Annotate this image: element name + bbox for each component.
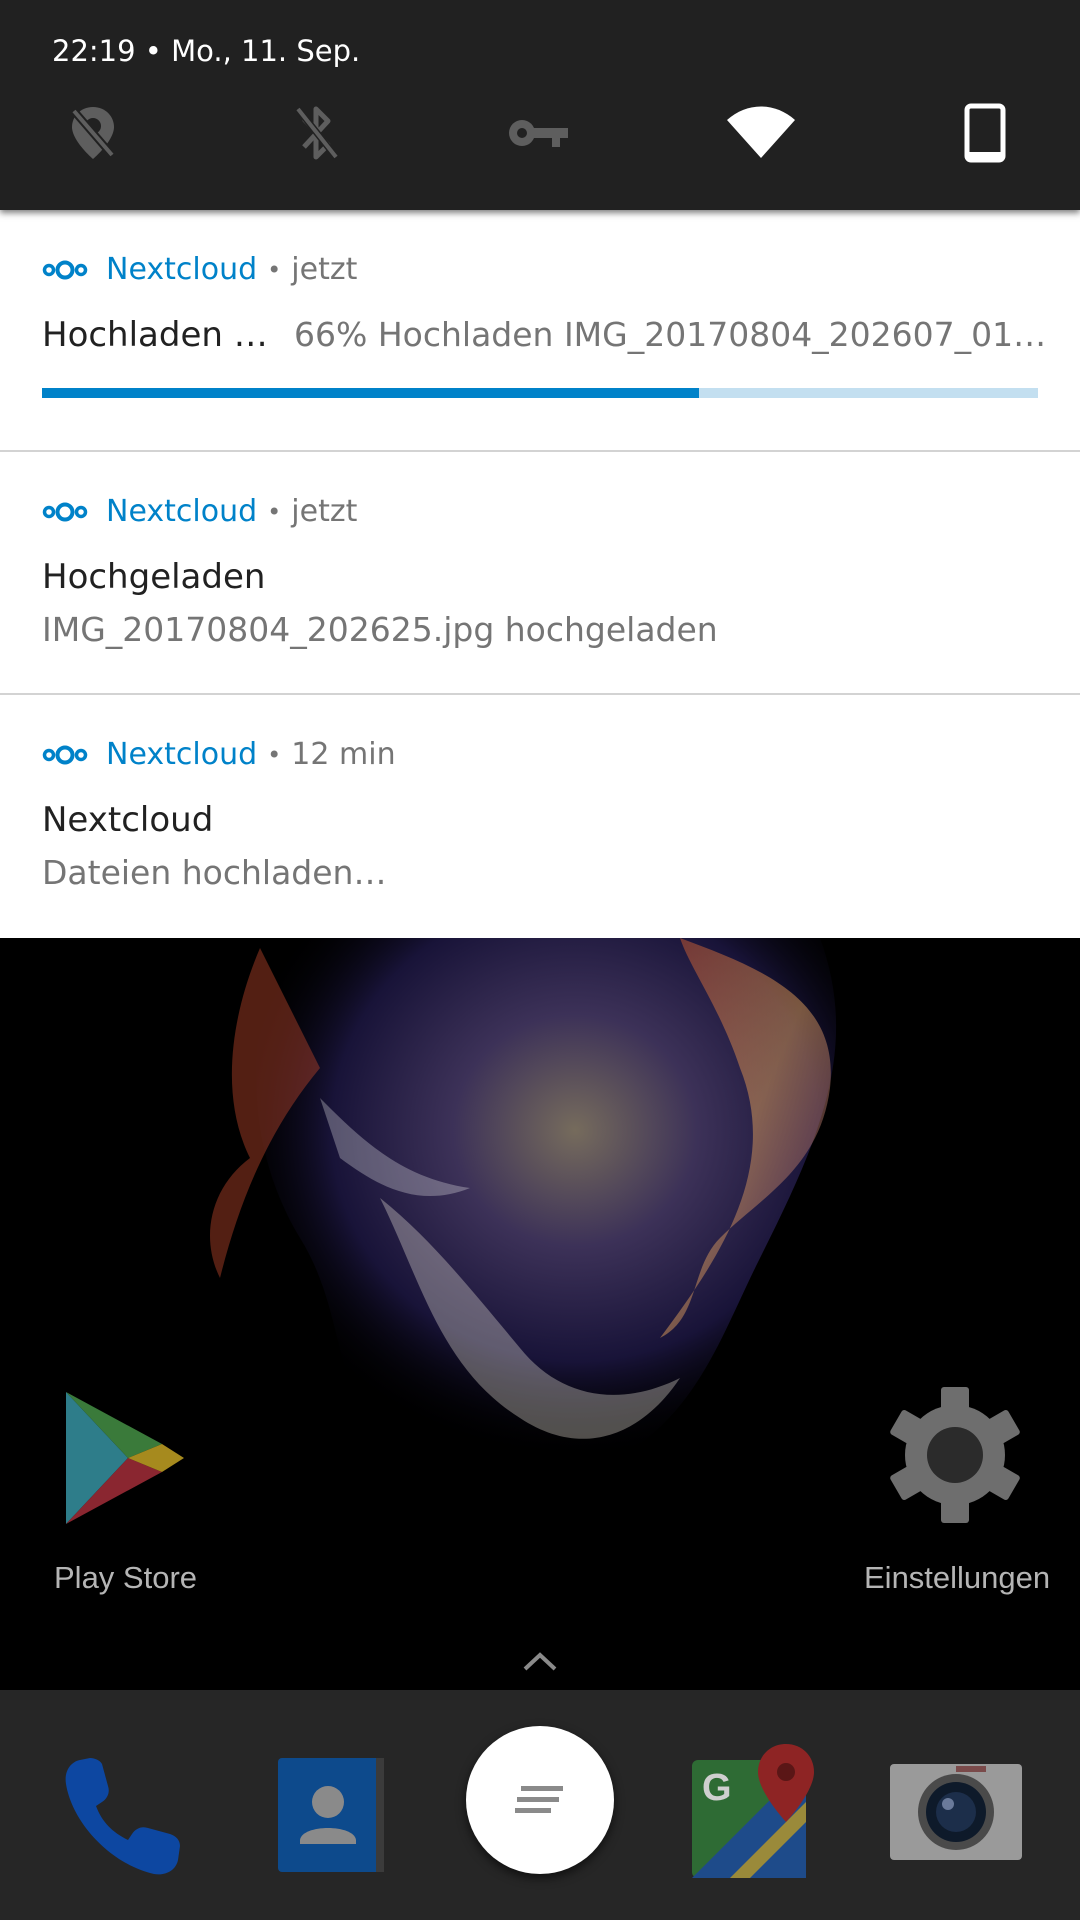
nextcloud-icon [42, 260, 88, 279]
wifi-icon [727, 106, 795, 158]
separator-dot: • [267, 497, 282, 526]
location-off-icon [70, 107, 116, 159]
app-label-settings: Einstellungen [864, 1560, 1051, 1595]
upload-progress-fill [42, 388, 700, 398]
separator-dot: • [267, 740, 282, 769]
app-name: Nextcloud [106, 494, 258, 529]
notification-upload-service[interactable]: Nextcloud • 12 min Nextcloud Dateien hoc… [0, 695, 1080, 938]
wifi-tile[interactable] [716, 96, 806, 170]
maps-icon[interactable]: G [690, 1742, 820, 1880]
notification-header: Nextcloud • jetzt [42, 252, 357, 287]
notification-header: Nextcloud • 12 min [42, 737, 396, 772]
notification-upload-progress[interactable]: Nextcloud • jetzt Hochladen … 66% Hochla… [0, 210, 1080, 452]
chevron-up-icon[interactable] [522, 1650, 558, 1672]
separator-dot: • [267, 255, 282, 284]
play-store-icon[interactable] [62, 1388, 188, 1528]
app-name: Nextcloud [106, 252, 258, 287]
vpn-tile[interactable] [494, 96, 584, 170]
notification-header: Nextcloud • jetzt [42, 494, 357, 529]
camera-icon[interactable] [888, 1762, 1024, 1862]
settings-gear-icon[interactable] [886, 1386, 1024, 1524]
app-label-play-store: Play Store [54, 1560, 198, 1595]
app-drawer-button[interactable] [466, 1726, 614, 1874]
notification-title: Hochladen … [42, 315, 268, 355]
home-wallpaper: Play Store Einstellungen [0, 938, 1080, 1690]
vpn-key-icon [509, 120, 568, 147]
rotation-tile[interactable] [940, 96, 1030, 170]
contacts-icon[interactable] [272, 1756, 390, 1874]
nextcloud-icon [42, 502, 88, 521]
nextcloud-icon [42, 745, 88, 764]
notification-uploaded[interactable]: Nextcloud • jetzt Hochgeladen IMG_201708… [0, 452, 1080, 695]
notification-time: 12 min [291, 737, 396, 772]
app-name: Nextcloud [106, 737, 258, 772]
quick-settings-header: 22:19 • Mo., 11. Sep. [0, 0, 1080, 210]
phone-portrait-icon [964, 103, 1006, 163]
phone-icon[interactable] [62, 1756, 184, 1878]
notification-panel: Nextcloud • jetzt Hochladen … 66% Hochla… [0, 210, 1080, 938]
notification-title: Nextcloud [42, 800, 214, 840]
notification-text: 66% Hochladen IMG_20170804_202607_01… [294, 315, 1047, 354]
svg-text:G: G [702, 1767, 732, 1809]
bluetooth-off-icon [295, 106, 339, 160]
bluetooth-tile[interactable] [272, 96, 362, 170]
notification-time: jetzt [291, 252, 358, 287]
notification-text: IMG_20170804_202625.jpg hochgeladen [42, 610, 718, 649]
upload-progress-bar [42, 388, 1038, 398]
status-datetime: 22:19 • Mo., 11. Sep. [52, 34, 361, 68]
notification-title: Hochgeladen [42, 557, 266, 597]
notification-text: Dateien hochladen… [42, 853, 387, 892]
location-tile[interactable] [48, 96, 138, 170]
notification-time: jetzt [291, 494, 358, 529]
app-drawer-icon [515, 1786, 563, 1813]
